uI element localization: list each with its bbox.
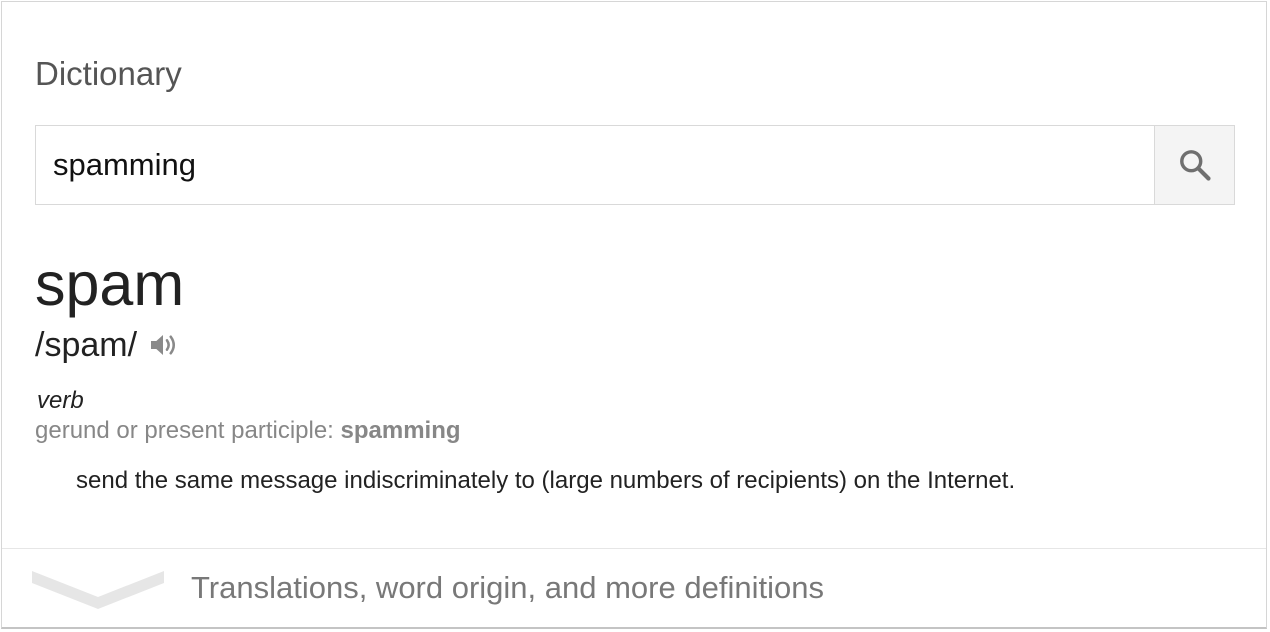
search-input[interactable] — [36, 126, 1154, 204]
more-definitions-label: Translations, word origin, and more defi… — [191, 570, 824, 605]
dictionary-card: Dictionary spam /spam/ verb gerund or pr… — [1, 1, 1267, 629]
search-box — [35, 125, 1235, 205]
inflection-form: spamming — [340, 417, 461, 444]
search-button[interactable] — [1154, 126, 1234, 204]
more-definitions-toggle[interactable]: Translations, word origin, and more defi… — [2, 549, 1266, 628]
pronunciation-row: /spam/ — [35, 324, 179, 366]
speaker-icon — [151, 335, 176, 355]
pronunciation-audio-button[interactable] — [147, 329, 179, 361]
card-title: Dictionary — [35, 55, 182, 92]
definition: send the same message indiscriminately t… — [76, 467, 1016, 494]
search-icon — [1179, 150, 1211, 181]
inflection-label: gerund or present participle: — [35, 417, 341, 444]
part-of-speech: verb — [37, 387, 84, 414]
inflection: gerund or present participle: spamming — [35, 416, 461, 446]
pronunciation: /spam/ — [35, 326, 138, 364]
headword: spam — [35, 250, 185, 318]
chevron-down-icon — [32, 571, 164, 609]
